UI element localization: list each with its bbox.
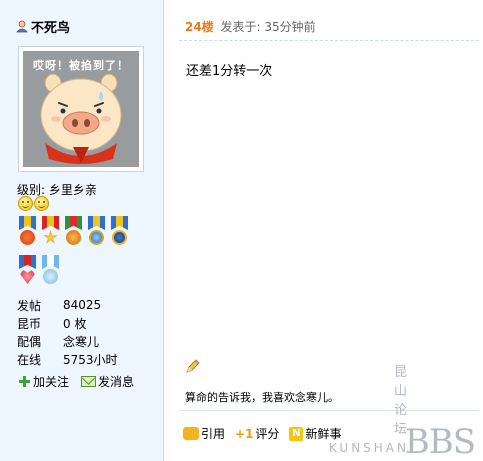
pig-avatar-icon bbox=[40, 73, 122, 164]
mail-icon bbox=[81, 376, 97, 387]
author-name[interactable]: 不死鸟 bbox=[16, 17, 70, 36]
medal-icon[interactable] bbox=[40, 216, 61, 252]
stat-label: 发帖 bbox=[17, 298, 42, 313]
medal-row bbox=[17, 255, 147, 291]
smiley-icon bbox=[34, 196, 49, 211]
watermark-cn: 昆山论坛 bbox=[393, 365, 409, 437]
post-content: 还差1分转一次 bbox=[186, 64, 273, 79]
stat-value[interactable]: 念寒儿 bbox=[63, 333, 99, 350]
quote-label: 引用 bbox=[201, 427, 226, 441]
signature: 算命的告诉我，我喜欢念寒儿。 bbox=[185, 391, 339, 404]
stat-online: 在线 5753小时 bbox=[17, 350, 118, 368]
follow-button[interactable]: 加关注 bbox=[18, 373, 69, 390]
medal-icon[interactable] bbox=[17, 216, 38, 252]
send-message-button[interactable]: 发消息 bbox=[81, 373, 134, 390]
stat-label: 在线 bbox=[17, 352, 42, 367]
stat-coins: 昆币 0 枚 bbox=[17, 314, 118, 332]
smiley-icon bbox=[18, 196, 33, 211]
stat-value: 0 枚 bbox=[63, 316, 87, 331]
stat-label: 昆币 bbox=[17, 316, 42, 331]
plus-icon bbox=[18, 375, 31, 388]
new-thing-label: 新鲜事 bbox=[305, 427, 342, 441]
rate-icon: +1 bbox=[235, 426, 254, 441]
avatar[interactable]: 哎呀！被掐到了！ bbox=[18, 46, 144, 172]
rate-label: 评分 bbox=[255, 427, 280, 441]
post-actions: 引用 +1 评分 N 新鲜事 bbox=[183, 425, 341, 442]
post-header: 24楼 发表于: 35分钟前 bbox=[185, 18, 316, 35]
medal-icon[interactable] bbox=[17, 255, 38, 291]
author-name-text: 不死鸟 bbox=[31, 21, 71, 36]
user-icon bbox=[16, 20, 28, 33]
stat-value: 5753小时 bbox=[63, 352, 118, 367]
avatar-image: 哎呀！被掐到了！ bbox=[23, 51, 139, 167]
medal-icon[interactable] bbox=[63, 216, 84, 252]
medal-icon[interactable] bbox=[40, 255, 61, 291]
level-stars bbox=[18, 196, 49, 211]
quote-button[interactable]: 引用 bbox=[183, 425, 225, 442]
author-sidebar: 不死鸟 哎呀！被掐到了！ 级别: 乡里乡亲 发帖 84025 昆币 0 枚 配偶… bbox=[0, 0, 164, 461]
send-message-label: 发消息 bbox=[98, 375, 135, 389]
pencil-icon bbox=[186, 359, 200, 373]
follow-label: 加关注 bbox=[33, 375, 70, 389]
new-thing-button[interactable]: N 新鲜事 bbox=[289, 425, 341, 442]
quote-icon bbox=[183, 427, 199, 441]
new-icon: N bbox=[289, 426, 304, 441]
rate-button[interactable]: +1 评分 bbox=[235, 425, 279, 442]
stat-posts: 发帖 84025 bbox=[17, 296, 118, 314]
user-actions: 加关注 发消息 bbox=[18, 373, 134, 390]
stat-value: 84025 bbox=[63, 298, 102, 312]
medal-icon[interactable] bbox=[109, 216, 130, 252]
watermark-bbs: BBS bbox=[404, 422, 476, 461]
medal-row bbox=[17, 216, 147, 252]
floor-number[interactable]: 24楼 bbox=[185, 20, 214, 34]
medal-icon[interactable] bbox=[86, 216, 107, 252]
watermark-en: KUNSHAN bbox=[328, 441, 409, 455]
user-stats: 发帖 84025 昆币 0 枚 配偶 念寒儿 在线 5753小时 bbox=[17, 296, 118, 368]
stat-spouse: 配偶 念寒儿 bbox=[17, 332, 118, 350]
divider bbox=[179, 40, 479, 41]
post-time: 发表于: 35分钟前 bbox=[220, 20, 316, 34]
post-panel: 24楼 发表于: 35分钟前 还差1分转一次 算命的告诉我，我喜欢念寒儿。 引用… bbox=[165, 0, 483, 461]
stat-label: 配偶 bbox=[17, 334, 42, 349]
divider bbox=[179, 410, 479, 411]
